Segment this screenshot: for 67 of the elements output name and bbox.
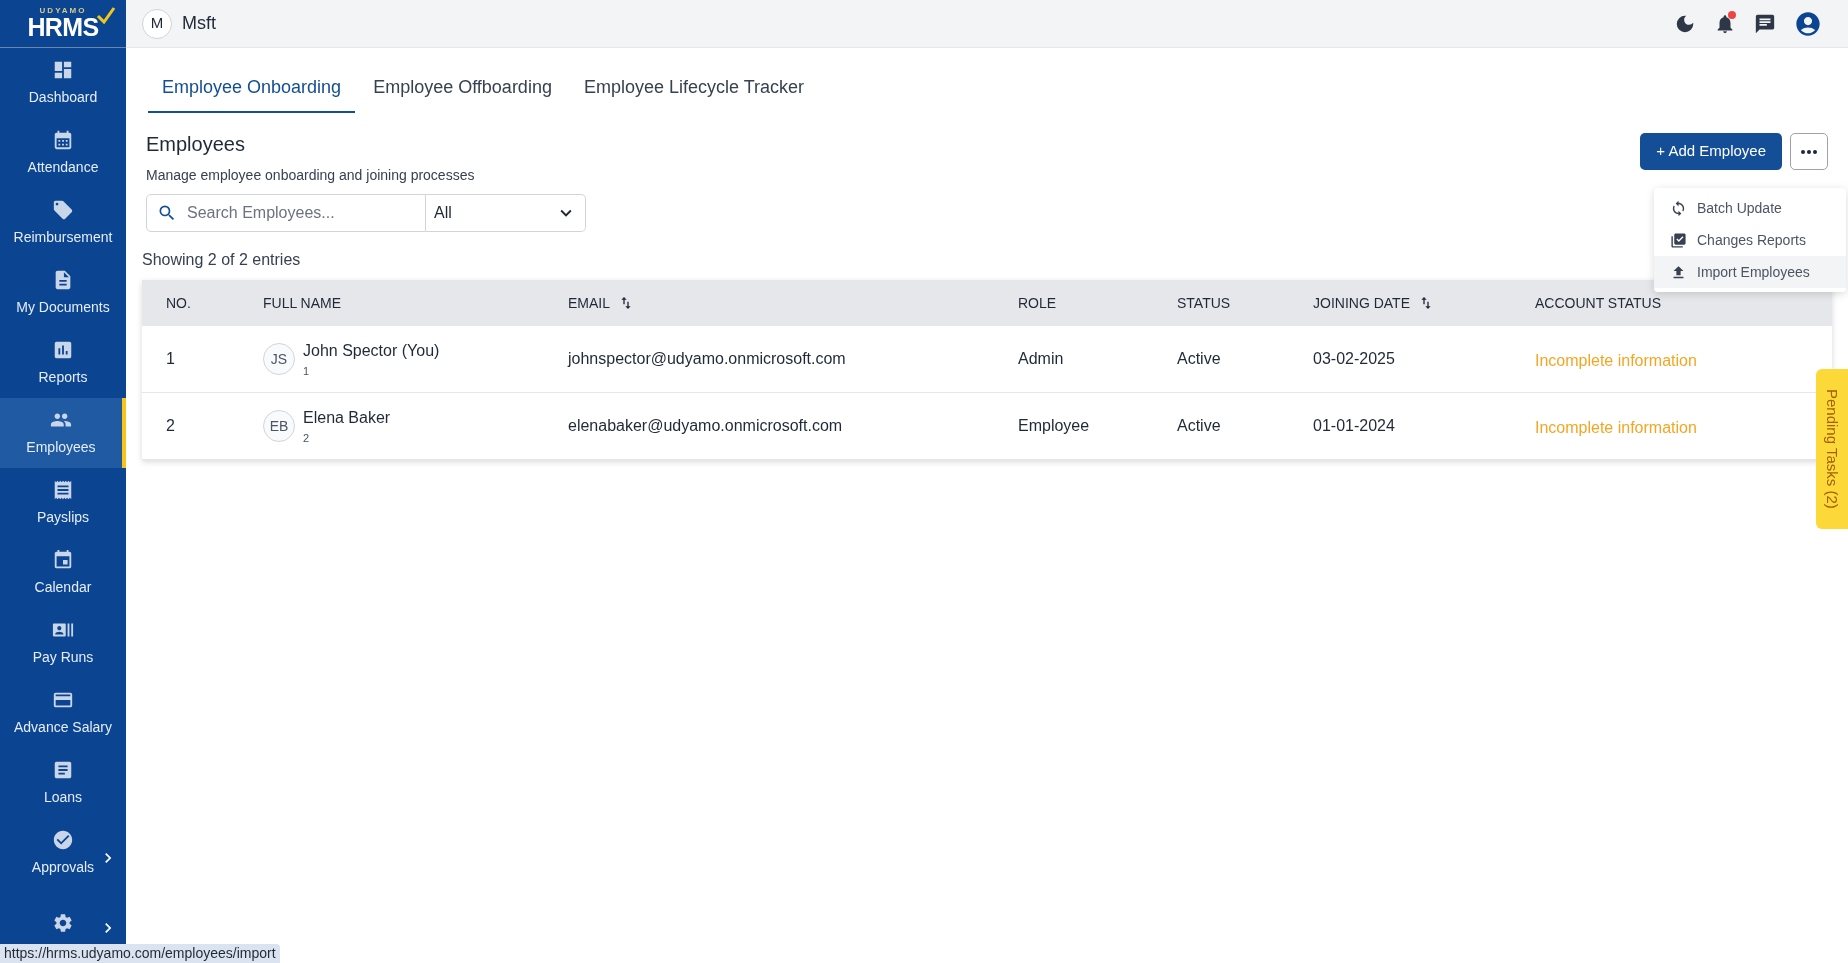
table-cell-text: Active	[1177, 349, 1222, 369]
employee-id: 2	[303, 430, 311, 446]
page-title: Employees	[146, 132, 246, 157]
logo: HRMS	[27, 15, 99, 40]
menu-item[interactable]: Import Employees	[1654, 256, 1846, 288]
employee-name: John Spector (You)	[303, 340, 440, 361]
column-header: NO.	[166, 293, 191, 313]
table-cell-text: elenabaker@udyamo.onmicrosoft.com	[568, 416, 844, 436]
employee-name: Elena Baker	[303, 407, 391, 428]
logo-tagline: UDYAMO	[39, 7, 87, 15]
sidebar-item[interactable]: Advance Salary	[0, 678, 126, 748]
checklist-icon	[1670, 231, 1687, 249]
calendar-icon	[52, 548, 74, 571]
more-icon	[1801, 149, 1817, 154]
user-avatar-icon[interactable]	[1794, 9, 1822, 38]
avatar: JS	[263, 343, 295, 375]
org-name: Msft	[182, 12, 216, 35]
table-cell-text: 03-02-2025	[1313, 349, 1396, 369]
entries-count: Showing 2 of 2 entries	[142, 250, 301, 270]
sidebar-item[interactable]: Calendar	[0, 538, 126, 608]
account-status: Incomplete information	[1535, 351, 1698, 371]
tab[interactable]: Employee Offboarding	[359, 68, 566, 113]
column-header[interactable]: EMAIL	[568, 292, 634, 314]
table-cell-text: Employee	[1018, 416, 1091, 436]
avatar: EB	[263, 410, 295, 442]
menu-item[interactable]: Batch Update	[1654, 192, 1846, 224]
sidebar-item[interactable]: Loans	[0, 748, 126, 818]
sidebar-item[interactable]: Payslips	[0, 468, 126, 538]
more-button[interactable]	[1790, 133, 1828, 170]
column-header[interactable]: JOINING DATE	[1313, 292, 1434, 314]
table-cell-text: Admin	[1018, 349, 1065, 369]
sidebar-item[interactable]: Approvals	[0, 818, 126, 888]
receipt-icon	[52, 478, 74, 501]
status-url-tooltip: https://hrms.udyamo.com/employees/import	[0, 944, 280, 963]
sidebar-item[interactable]: Reimbursement	[0, 188, 126, 258]
table-cell-text: Active	[1177, 416, 1222, 436]
search-icon	[157, 203, 177, 223]
sidebar-item[interactable]: My Documents	[0, 258, 126, 328]
menu-item[interactable]: Changes Reports	[1654, 224, 1846, 256]
table-cell-text: 01-01-2024	[1313, 416, 1396, 436]
page-subtitle: Manage employee onboarding and joining processes	[146, 166, 475, 185]
chat-icon[interactable]	[1754, 12, 1776, 35]
pending-tasks-tab[interactable]: Pending Tasks (2)	[1816, 369, 1848, 529]
calendar-icon	[52, 128, 74, 151]
sync-check-icon	[1670, 199, 1687, 217]
search-field[interactable]: Search Employees...	[146, 194, 426, 232]
sidebar-item[interactable]: Employees	[0, 398, 126, 468]
sidebar-item[interactable]: Pay Runs	[0, 608, 126, 678]
sidebar-item[interactable]: Reports	[0, 328, 126, 398]
sidebar-item[interactable]: Attendance	[0, 118, 126, 188]
settings-icon	[52, 912, 74, 934]
column-header: ACCOUNT STATUS	[1535, 293, 1661, 313]
employee-id: 1	[303, 363, 311, 379]
sidebar-item[interactable]: Dashboard	[0, 48, 126, 118]
tag-icon	[52, 198, 74, 221]
column-header: ROLE	[1018, 293, 1057, 313]
table-cell-text: johnspector@udyamo.onmicrosoft.com	[568, 349, 847, 369]
org-avatar[interactable]: M	[142, 8, 172, 39]
filter-dropdown[interactable]: All	[426, 194, 586, 232]
column-header: STATUS	[1177, 293, 1231, 313]
table-cell-text: 2	[166, 416, 176, 436]
tab[interactable]: Employee Lifecycle Tracker	[569, 68, 818, 113]
column-header: FULL NAME	[263, 293, 342, 313]
account-status: Incomplete information	[1535, 418, 1698, 438]
tab[interactable]: Employee Onboarding	[148, 68, 356, 113]
table-cell-text: 1	[166, 349, 176, 369]
add-employee-button[interactable]: + Add Employee	[1640, 133, 1782, 170]
